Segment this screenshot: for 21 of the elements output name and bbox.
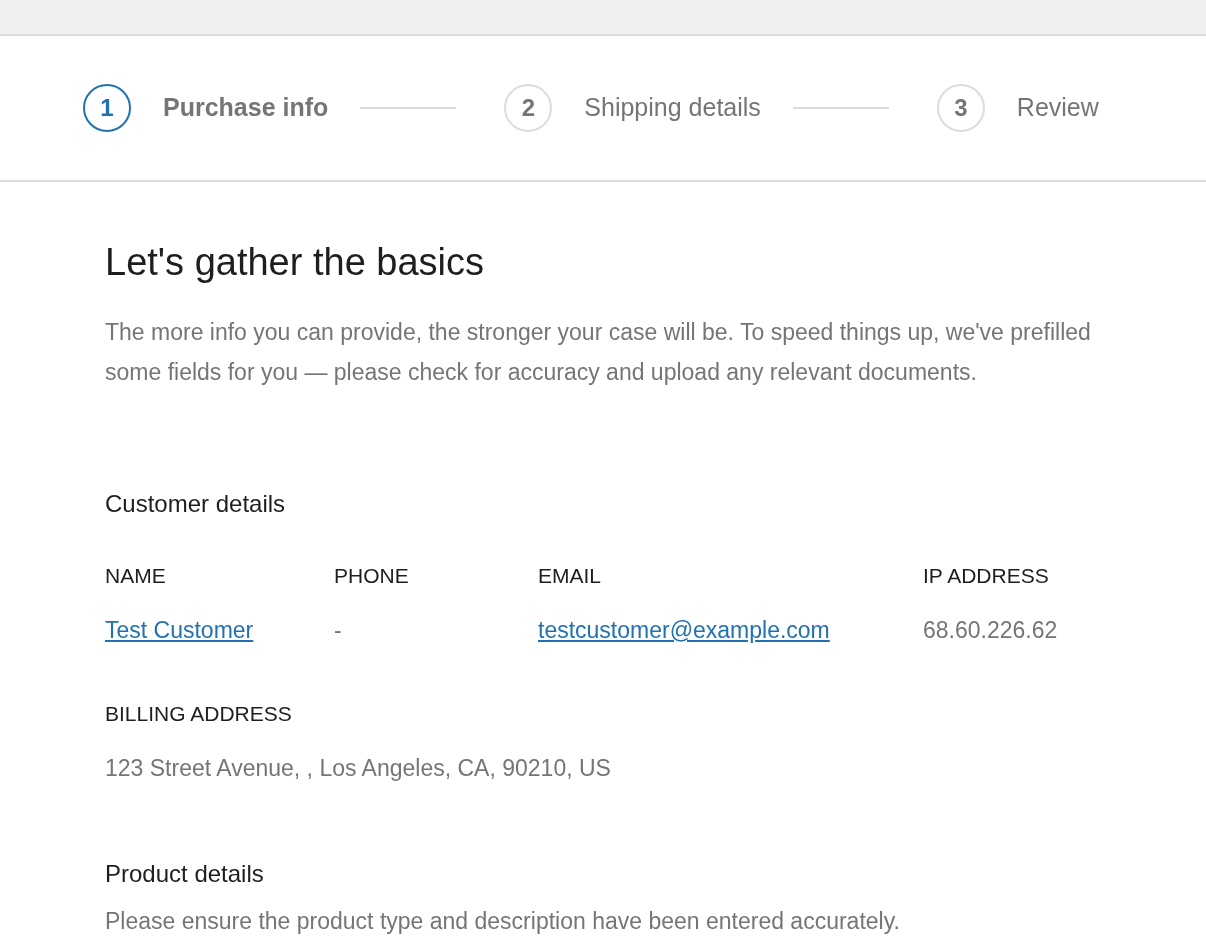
field-label: PHONE [334, 562, 410, 589]
step-number[interactable]: 2 [504, 84, 553, 132]
step-number[interactable]: 3 [936, 84, 985, 132]
field-label: BILLING ADDRESS [105, 700, 293, 727]
field-label: NAME [105, 562, 167, 589]
field-link[interactable]: testcustomer@example.com [538, 613, 830, 648]
field-label: EMAIL [538, 562, 603, 589]
section-title: Customer details [105, 488, 287, 519]
field-value: - [334, 616, 342, 646]
field-value: 123 Street Avenue, , Los Angeles, CA, 90210, US [105, 754, 611, 784]
section-title: Product details [105, 858, 265, 889]
field-label: IP ADDRESS [923, 562, 1050, 589]
step-label[interactable]: Review [1016, 89, 1099, 127]
field-value: 68.60.226.62 [923, 616, 1058, 646]
step-label[interactable]: Purchase info [163, 89, 329, 127]
section-description: Please ensure the product type and description have been entered accurately. [105, 906, 901, 936]
step-label[interactable]: Shipping details [584, 89, 761, 127]
page-heading: Let's gather the basics [105, 240, 486, 285]
step-number[interactable]: 1 [83, 84, 131, 132]
field-link[interactable]: Test Customer [105, 613, 254, 648]
intro-text: The more info you can provide, the stronger your case will be. To speed things up, we've prefilled some fields for you — please check for accuracy and upload any relevant documents. [105, 317, 1092, 387]
